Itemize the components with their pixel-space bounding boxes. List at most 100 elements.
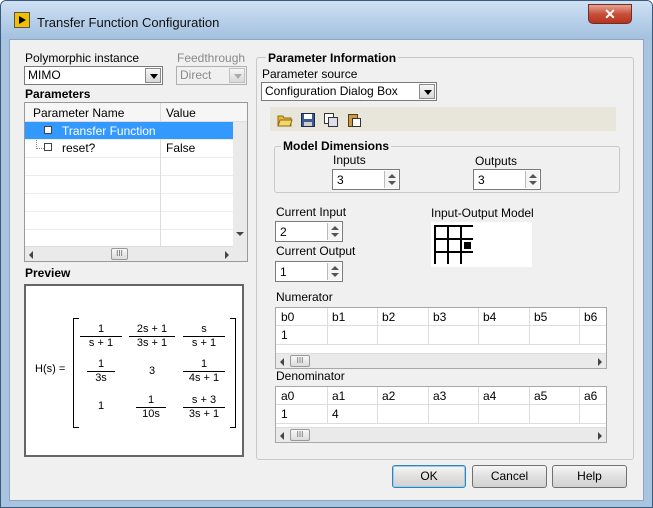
open-folder-icon[interactable] bbox=[277, 112, 293, 128]
io-model-cell[interactable] bbox=[462, 240, 473, 251]
matrix-cell: 2s + 1 3s + 1 bbox=[129, 323, 175, 350]
feedthrough-select: Direct bbox=[176, 66, 247, 85]
scroll-left-icon[interactable] bbox=[29, 251, 33, 259]
copy-icon[interactable] bbox=[323, 112, 339, 128]
coef-cell[interactable]: 1 bbox=[281, 407, 288, 421]
chevron-down-icon[interactable] bbox=[419, 84, 435, 99]
paste-icon[interactable] bbox=[346, 112, 362, 128]
ok-button[interactable]: OK bbox=[392, 465, 466, 488]
tree-node-icon bbox=[44, 126, 52, 134]
vertical-scrollbar[interactable] bbox=[233, 122, 247, 261]
model-dimensions-label: Model Dimensions bbox=[281, 139, 392, 153]
parameter-source-select[interactable]: Configuration Dialog Box bbox=[261, 82, 437, 101]
horizontal-scrollbar[interactable]: III bbox=[276, 353, 606, 368]
matrix-cell: 1 10s bbox=[136, 394, 166, 421]
parameter-source-value: Configuration Dialog Box bbox=[265, 84, 398, 98]
scroll-thumb[interactable]: III bbox=[290, 429, 310, 441]
title-bar[interactable]: Transfer Function Configuration ✕ bbox=[1, 1, 652, 39]
outputs-label: Outputs bbox=[475, 154, 518, 168]
outputs-stepper[interactable]: 3 bbox=[473, 169, 541, 190]
coef-header[interactable]: b4 bbox=[483, 310, 496, 324]
denominator-label: Denominator bbox=[276, 369, 345, 383]
inputs-stepper[interactable]: 3 bbox=[332, 169, 400, 190]
scroll-right-icon[interactable] bbox=[225, 251, 229, 259]
matrix-cell: 1 4s + 1 bbox=[183, 358, 225, 385]
close-button[interactable]: ✕ bbox=[588, 4, 632, 24]
chevron-down-icon[interactable] bbox=[145, 68, 161, 83]
coef-header[interactable]: a4 bbox=[483, 389, 496, 403]
horizontal-scrollbar[interactable]: III bbox=[276, 427, 606, 442]
scroll-right-icon[interactable] bbox=[598, 358, 602, 366]
table-row[interactable]: Transfer Function bbox=[25, 122, 247, 139]
coef-header[interactable]: a5 bbox=[534, 389, 547, 403]
model-dimensions-panel bbox=[274, 146, 620, 193]
help-button[interactable]: Help bbox=[552, 465, 627, 488]
io-model-cell[interactable] bbox=[462, 253, 473, 264]
polymorphic-instance-label: Polymorphic instance bbox=[25, 51, 140, 65]
coef-header[interactable]: a3 bbox=[433, 389, 446, 403]
scroll-right-icon[interactable] bbox=[598, 432, 602, 440]
scroll-down-icon[interactable] bbox=[236, 232, 244, 236]
coef-header[interactable]: b5 bbox=[534, 310, 547, 324]
current-input-label: Current Input bbox=[276, 205, 347, 219]
coef-header[interactable]: b0 bbox=[281, 310, 294, 324]
coef-header[interactable]: b6 bbox=[584, 310, 597, 324]
coef-header[interactable]: b3 bbox=[433, 310, 446, 324]
io-model-cell[interactable] bbox=[449, 240, 460, 251]
numerator-label: Numerator bbox=[276, 290, 333, 304]
app-icon bbox=[14, 12, 30, 28]
param-value-header[interactable]: Value bbox=[166, 106, 196, 120]
io-model-cell[interactable] bbox=[449, 227, 460, 238]
scroll-thumb[interactable]: III bbox=[111, 248, 128, 260]
coef-cell[interactable]: 1 bbox=[281, 328, 288, 342]
io-model-cell[interactable] bbox=[436, 240, 447, 251]
stepper-buttons[interactable] bbox=[327, 223, 341, 240]
horizontal-scrollbar[interactable]: III bbox=[25, 246, 233, 261]
transfer-function-lhs: H(s) = bbox=[35, 363, 66, 375]
coef-header[interactable]: b2 bbox=[382, 310, 395, 324]
matrix-cell: 1 bbox=[97, 400, 105, 412]
io-model-cell[interactable] bbox=[436, 253, 447, 264]
outputs-value: 3 bbox=[478, 173, 485, 187]
coef-header[interactable]: b1 bbox=[332, 310, 345, 324]
stepper-buttons[interactable] bbox=[525, 171, 539, 188]
current-output-stepper[interactable]: 1 bbox=[275, 261, 343, 282]
tree-node-icon bbox=[44, 143, 52, 151]
param-name-header[interactable]: Parameter Name bbox=[33, 106, 124, 120]
current-output-value: 1 bbox=[280, 265, 287, 279]
io-model-selected-marker bbox=[464, 242, 471, 249]
param-row-name: reset? bbox=[62, 141, 96, 155]
coef-header[interactable]: a1 bbox=[332, 389, 345, 403]
chevron-down-icon bbox=[229, 68, 245, 83]
polymorphic-instance-value: MIMO bbox=[28, 68, 61, 82]
inputs-value: 3 bbox=[337, 173, 344, 187]
coef-header[interactable]: a6 bbox=[584, 389, 597, 403]
window-title: Transfer Function Configuration bbox=[37, 15, 220, 30]
scroll-left-icon[interactable] bbox=[280, 432, 284, 440]
coef-header[interactable]: a2 bbox=[382, 389, 395, 403]
preview-pane: H(s) = 1s + 1 2s + 1 3s + 1 ss + 1 1 3s 3 … bbox=[24, 284, 244, 457]
cancel-button[interactable]: Cancel bbox=[472, 465, 547, 488]
scroll-thumb[interactable]: III bbox=[290, 355, 310, 367]
dialog-body: Polymorphic instance MIMO Feedthrough Di… bbox=[9, 39, 644, 501]
parameters-table: Parameter Name Value Transfer Function r… bbox=[24, 102, 248, 262]
io-model-area bbox=[431, 222, 532, 267]
io-model-cell[interactable] bbox=[462, 227, 473, 238]
denominator-table: a0 1 a1 4 a2 a3 a4 a5 a6 III bbox=[275, 386, 607, 443]
stepper-buttons[interactable] bbox=[327, 263, 341, 280]
inputs-label: Inputs bbox=[333, 153, 366, 167]
io-model-cell[interactable] bbox=[436, 227, 447, 238]
scroll-left-icon[interactable] bbox=[280, 358, 284, 366]
coef-header[interactable]: a0 bbox=[281, 389, 294, 403]
left-bracket bbox=[73, 318, 79, 428]
save-icon[interactable] bbox=[300, 112, 316, 128]
polymorphic-instance-select[interactable]: MIMO bbox=[24, 66, 163, 85]
coef-cell[interactable]: 4 bbox=[332, 407, 339, 421]
io-model-cell[interactable] bbox=[449, 253, 460, 264]
current-input-value: 2 bbox=[280, 225, 287, 239]
current-output-label: Current Output bbox=[276, 244, 356, 258]
table-row[interactable]: reset? False bbox=[25, 140, 247, 157]
io-model-grid[interactable] bbox=[434, 225, 473, 264]
stepper-buttons[interactable] bbox=[384, 171, 398, 188]
current-input-stepper[interactable]: 2 bbox=[275, 221, 343, 242]
